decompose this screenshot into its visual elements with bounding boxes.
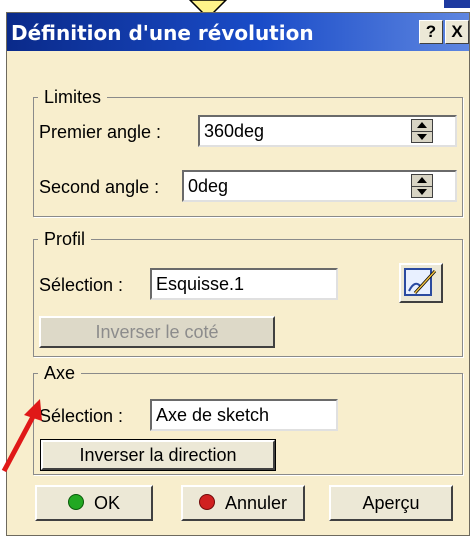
background-window-corner <box>444 0 470 8</box>
limites-legend: Limites <box>44 87 102 107</box>
annuler-button[interactable]: Annuler <box>181 485 305 521</box>
ok-button[interactable]: OK <box>35 485 153 521</box>
profil-selection-label: Sélection : <box>39 275 124 295</box>
axe-legend: Axe <box>44 363 76 383</box>
axe-selection-label: Sélection : <box>39 406 124 426</box>
inverser-cote-button[interactable]: Inverser le coté <box>39 316 275 348</box>
axe-selection-input[interactable]: Axe de sketch <box>150 399 338 431</box>
spin-up-icon[interactable] <box>412 175 432 187</box>
spin-down-icon[interactable] <box>412 132 432 143</box>
second-angle-spinner[interactable] <box>411 174 433 198</box>
dialog-title: Définition d'une révolution <box>11 21 314 45</box>
ok-label: OK <box>93 493 120 513</box>
ok-status-icon <box>67 494 84 511</box>
sketch-button[interactable] <box>399 263 443 303</box>
annuler-label: Annuler <box>224 493 288 513</box>
spin-down-icon[interactable] <box>412 187 432 198</box>
close-button[interactable]: X <box>445 20 469 44</box>
spin-up-icon[interactable] <box>412 120 432 132</box>
annotation-arrow <box>1 399 42 473</box>
profil-legend: Profil <box>44 229 86 249</box>
inverser-direction-button[interactable]: Inverser la direction <box>40 439 276 471</box>
annuler-status-icon <box>198 494 215 511</box>
apercu-button[interactable]: Aperçu <box>329 485 453 521</box>
revolution-dialog: Définition d'une révolution ? X Limites … <box>6 12 470 536</box>
help-button[interactable]: ? <box>419 20 443 44</box>
profil-selection-input[interactable]: Esquisse.1 <box>150 268 338 300</box>
second-angle-label: Second angle : <box>39 177 160 197</box>
premier-angle-spinner[interactable] <box>411 119 433 143</box>
premier-angle-label: Premier angle : <box>39 122 162 142</box>
title-bar: Définition d'une révolution ? X <box>7 13 469 51</box>
sketch-pencil-icon <box>404 268 437 296</box>
